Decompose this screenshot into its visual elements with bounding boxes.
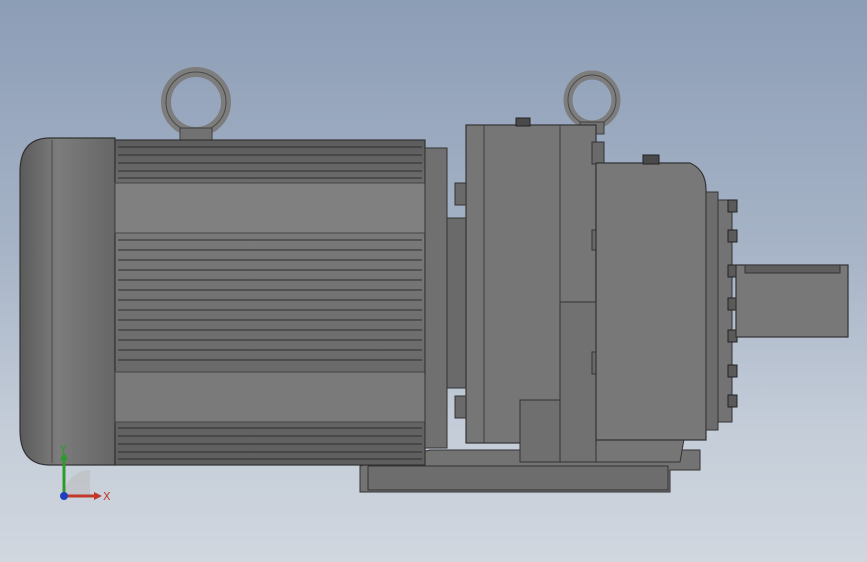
coordinate-triad: Y X bbox=[59, 443, 111, 503]
lifting-eye-left bbox=[161, 67, 231, 141]
x-axis-arrow bbox=[94, 492, 102, 500]
reducer-housing bbox=[454, 117, 605, 463]
triad-plane bbox=[64, 470, 90, 496]
y-axis-label: Y bbox=[59, 443, 67, 456]
output-housing bbox=[595, 154, 738, 441]
motor-end-cap bbox=[19, 137, 116, 466]
gearmotor-model[interactable] bbox=[0, 0, 867, 562]
x-axis-label: X bbox=[103, 490, 111, 503]
motor-body bbox=[114, 139, 426, 466]
3d-viewport[interactable]: Y X bbox=[0, 0, 867, 562]
z-axis-dot bbox=[60, 492, 68, 500]
output-shaft bbox=[735, 264, 849, 338]
